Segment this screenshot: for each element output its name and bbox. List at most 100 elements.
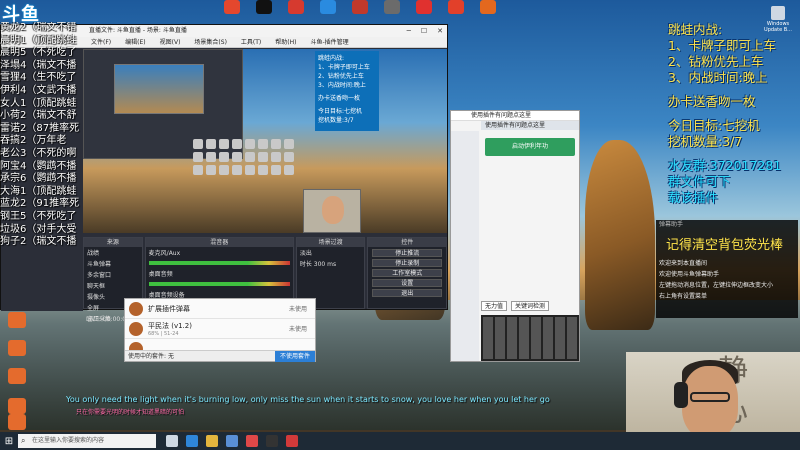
obs-menu-item-0[interactable]: 文件(F) — [91, 37, 111, 47]
desktop-left-icon-0[interactable] — [4, 312, 30, 328]
obs-menu-item-1[interactable]: 编辑(E) — [125, 37, 145, 47]
desktop-app-4[interactable] — [346, 0, 374, 26]
taskbar-search-input[interactable]: ⌕ 在这里输入你要搜索的内容 — [18, 434, 156, 448]
control-button-3[interactable]: 设置 — [372, 279, 442, 287]
obs-title: 直播文件: 斗鱼直播 - 场景: 斗鱼直播 — [89, 27, 187, 34]
close-icon[interactable]: ✕ — [437, 25, 443, 37]
danmu-line: 老公3（不死的啊 — [0, 147, 77, 159]
desktop-left-icon-1[interactable] — [4, 340, 30, 356]
windows-start-icon[interactable]: ⊞ — [0, 432, 18, 450]
chat-line: 欢迎使用斗鱼弹幕助手 — [659, 271, 720, 278]
game-icon — [206, 152, 216, 162]
danmu-chat-panel[interactable]: 弹幕助手 记得清空背包荧光棒 欢迎来到本直播间 欢迎使用斗鱼弹幕助手 左键拖动消息位… — [656, 220, 798, 318]
preview-info-line: 今日目标:七挖机 — [318, 108, 363, 115]
info-promo: 办卡送香吻一枚 — [668, 94, 756, 109]
danmu-line: 雷诺2（87推率死 — [0, 122, 80, 134]
desktop-app-icon — [384, 0, 400, 14]
danmu-line: 钢王5（不死吃了 — [0, 210, 77, 222]
desktop-app-icon — [288, 0, 304, 14]
subtitle-english: You only need the light when it's burnin… — [66, 395, 550, 404]
plugin-list-item[interactable]: 扩展插件弹幕 未使用 — [125, 299, 315, 319]
webcam-glasses — [690, 392, 730, 402]
source-item-0[interactable]: 战绩 — [84, 247, 142, 258]
info-rule-2: 3、内战时间:晚上 — [668, 70, 768, 85]
control-button-1[interactable]: 停止录制 — [372, 259, 442, 267]
store-icon[interactable] — [226, 435, 238, 447]
keyword-button[interactable]: 关键词检测 — [511, 301, 550, 311]
info-count: 挖机数量:3/7 — [668, 134, 743, 149]
app-icon[interactable] — [246, 435, 258, 447]
obs-menu-item-5[interactable]: 帮助(H) — [275, 37, 296, 47]
source-item-1[interactable]: 斗鱼弹幕 — [84, 258, 142, 269]
no-suite-button[interactable]: 不使用套件 — [274, 351, 315, 362]
desktop-left-icon-4[interactable] — [4, 414, 30, 430]
plugin-version: 68% | 51-24 — [148, 330, 179, 337]
plugin-mixer — [481, 315, 579, 361]
desktop-app-1[interactable] — [250, 0, 278, 26]
info-file: 群文件可下 — [668, 174, 731, 189]
desktop-left-icon-3[interactable] — [4, 398, 30, 414]
obs-menu-item-2[interactable]: 视图(V) — [160, 37, 181, 47]
desktop-top-icons — [218, 0, 502, 26]
game-icon — [258, 139, 268, 149]
desktop-left-app-icon — [8, 368, 26, 384]
danmu-line: 大海1（顶配跳蛙 — [0, 185, 77, 197]
desktop-left-app-icon — [8, 340, 26, 356]
controls-dock: 控件 停止推流停止录制工作室模式设置退出 — [367, 237, 447, 309]
explorer-icon[interactable] — [206, 435, 218, 447]
danmu-line: 垃圾6（对手大受 — [0, 223, 77, 235]
desktop-app-6[interactable] — [410, 0, 438, 26]
chat-line: 右上角有设置菜单 — [659, 293, 708, 300]
game-icon — [284, 152, 294, 162]
transition-select[interactable]: 淡出 — [297, 247, 365, 258]
obs-icon[interactable] — [266, 435, 278, 447]
preview-info-line: 1、卡牌子即可上车 — [318, 64, 370, 71]
mixer-meter-0[interactable] — [148, 261, 290, 265]
obs-menu-item-6[interactable]: 斗鱼-插件管理 — [310, 37, 348, 47]
control-button-2[interactable]: 工作室模式 — [372, 269, 442, 277]
game-icon — [206, 165, 216, 175]
desktop-app-3[interactable] — [314, 0, 342, 26]
webcam-face — [682, 366, 738, 438]
app2-icon[interactable] — [286, 435, 298, 447]
plugin-name: 平民法 (v1.2) 68% | 51-24 — [148, 321, 192, 337]
desktop-app-5[interactable] — [378, 0, 406, 26]
source-item-3[interactable]: 聊天框 — [84, 280, 142, 291]
danmu-line: 雪狸4（生不吃了 — [0, 72, 77, 84]
plugin-tab[interactable]: 使用插件有问题点这里 — [481, 121, 579, 130]
controls-title: 控件 — [368, 238, 446, 247]
task-view-icon[interactable] — [166, 435, 178, 447]
game-icon — [193, 139, 203, 149]
taskbar-apps — [166, 435, 298, 447]
duration-row[interactable]: 时长 300 ms — [297, 258, 365, 269]
subtitle-chinese: 只在你需要光明的时候才知道黑暗的可怕 — [76, 409, 185, 416]
desktop-app-7[interactable] — [442, 0, 470, 26]
mixer-label-1: 桌面音频 — [148, 271, 173, 278]
plugin-list-item[interactable]: 平民法 (v1.2) 68% | 51-24 未使用 — [125, 319, 315, 339]
maximize-icon[interactable]: ☐ — [421, 25, 427, 37]
mixer-meter-1[interactable] — [148, 282, 290, 286]
obs-preview[interactable]: 跳蛙内战: 1、卡牌子即可上车 2、钻粉优先上车 3、内战时间:晚上 办卡送香吻一枚 今日… — [83, 49, 447, 233]
desktop-app-0[interactable] — [218, 0, 246, 26]
source-item-2[interactable]: 多余窗口 — [84, 269, 142, 280]
obs-scene-controls — [1, 289, 83, 311]
minimize-icon[interactable]: ─ — [407, 25, 411, 37]
update-icon — [771, 6, 785, 20]
plugin-window[interactable]: 使用插件有问题点这里 使用插件有问题点这里 启动伊利年功 无力值 关键词检测 — [450, 110, 580, 362]
desktop-left-icon-2[interactable] — [4, 368, 30, 384]
obs-menu-item-3[interactable]: 场景集合(S) — [194, 37, 227, 47]
danmu-line: 晨明1（顶配跳蛙 — [0, 34, 77, 46]
desktop-app-2[interactable] — [282, 0, 310, 26]
plugin-status: 未使用 — [288, 306, 307, 313]
danmu-line: 泽塌4（瑞文不播 — [0, 59, 77, 71]
start-plugin-button[interactable]: 启动伊利年功 — [485, 138, 575, 156]
plugin-dropdown[interactable]: 无力值 — [481, 301, 508, 311]
desktop-app-8[interactable] — [474, 0, 502, 26]
control-button-0[interactable]: 停止推流 — [372, 249, 442, 257]
edge-icon[interactable] — [186, 435, 198, 447]
control-button-4[interactable]: 退出 — [372, 289, 442, 297]
danmu-line: 小荷2（瑞文不舒 — [0, 110, 77, 122]
info-rule-0: 1、卡牌子即可上车 — [668, 38, 776, 53]
obs-menu-item-4[interactable]: 工具(T) — [241, 37, 261, 47]
game-icon — [271, 139, 281, 149]
